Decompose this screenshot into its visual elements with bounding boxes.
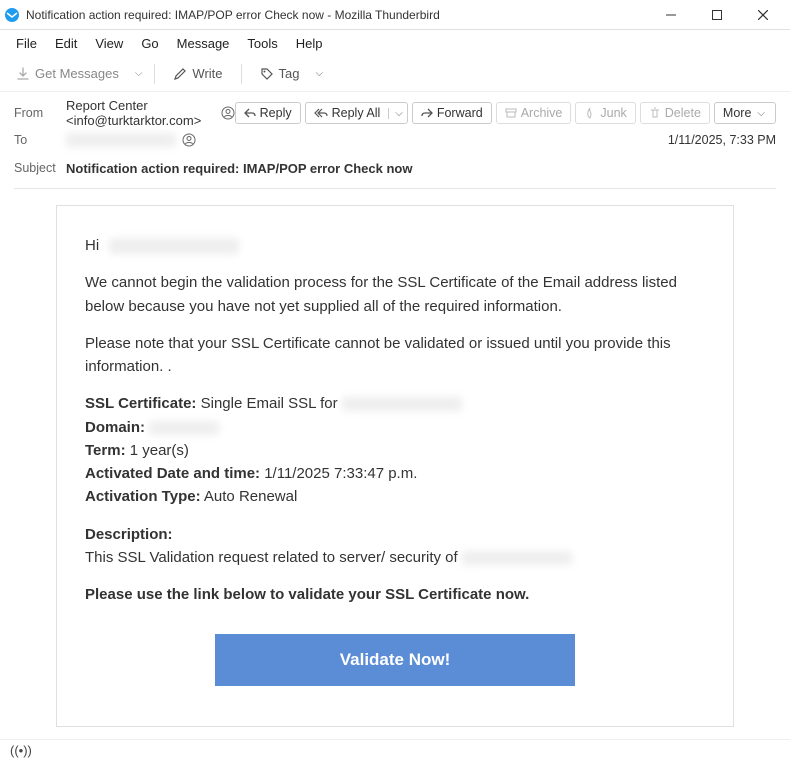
tag-chevron[interactable]: ⌵ [314,68,326,79]
statusbar: ((•)) [0,739,790,761]
window-titlebar: Notification action required: IMAP/POP e… [0,0,790,30]
domain-line: Domain: [85,416,705,439]
reply-all-button[interactable]: Reply All ⌵ [305,102,408,124]
write-button[interactable]: Write [165,62,230,85]
description-redacted [462,551,572,565]
delete-button[interactable]: Delete [640,102,710,124]
subject-value: Notification action required: IMAP/POP e… [66,161,776,176]
download-icon [16,67,30,81]
menubar: File Edit View Go Message Tools Help [0,30,790,56]
greeting: Hi [85,234,705,257]
to-label: To [14,133,66,147]
toolbar: Get Messages ⌵ Write Tag ⌵ [0,56,790,92]
paragraph-1: We cannot begin the validation process f… [85,271,705,318]
get-messages-button[interactable]: Get Messages [8,62,127,85]
tag-icon [260,67,274,81]
junk-button[interactable]: Junk [575,102,635,124]
menu-message[interactable]: Message [169,34,238,53]
from-value: Report Center <info@turktarktor.com> [66,98,215,128]
term-line: Term: 1 year(s) [85,439,705,462]
reply-icon [244,107,256,119]
email-content: Hi We cannot begin the validation proces… [56,205,734,727]
validate-now-button[interactable]: Validate Now! [215,634,575,686]
subject-label: Subject [14,161,66,175]
forward-icon [421,107,433,119]
minimize-button[interactable] [648,0,694,30]
chevron-down-icon[interactable]: ⌵ [388,108,405,119]
menu-view[interactable]: View [87,34,131,53]
pencil-icon [173,67,187,81]
cta-text: Please use the link below to validate yo… [85,583,705,606]
message-body: Hi We cannot begin the validation proces… [0,189,790,727]
message-date: 1/11/2025, 7:33 PM [668,133,776,147]
greeting-redacted [109,238,239,254]
activation-type-line: Activation Type: Auto Renewal [85,485,705,508]
close-button[interactable] [740,0,786,30]
from-label: From [14,106,66,120]
chevron-down-icon: ⌵ [755,108,767,119]
menu-go[interactable]: Go [133,34,166,53]
ssl-cert-line: SSL Certificate: Single Email SSL for [85,392,705,415]
forward-button[interactable]: Forward [412,102,492,124]
contact-icon[interactable] [221,106,235,120]
app-icon [4,7,20,23]
reply-all-icon [314,107,328,119]
trash-icon [649,107,661,119]
archive-icon [505,107,517,119]
message-headers: From Report Center <info@turktarktor.com… [0,92,790,189]
menu-file[interactable]: File [8,34,45,53]
activated-line: Activated Date and time: 1/11/2025 7:33:… [85,462,705,485]
separator [154,64,155,84]
window-title: Notification action required: IMAP/POP e… [26,8,648,22]
more-button[interactable]: More ⌵ [714,102,776,124]
description-label: Description: [85,523,705,546]
reply-button[interactable]: Reply [235,102,301,124]
ssl-cert-redacted [342,397,462,411]
tag-button[interactable]: Tag [252,62,308,85]
archive-button[interactable]: Archive [496,102,572,124]
menu-tools[interactable]: Tools [239,34,285,53]
action-buttons: Reply Reply All ⌵ Forward Archive Junk D… [235,102,776,124]
domain-redacted [149,421,219,435]
description-line: This SSL Validation request related to s… [85,546,705,569]
menu-edit[interactable]: Edit [47,34,85,53]
menu-help[interactable]: Help [288,34,331,53]
paragraph-2: Please note that your SSL Certificate ca… [85,332,705,379]
fire-icon [584,107,596,119]
get-messages-chevron[interactable]: ⌵ [133,68,145,79]
separator [241,64,242,84]
connection-icon: ((•)) [10,743,32,758]
maximize-button[interactable] [694,0,740,30]
to-value-redacted [66,133,176,147]
contact-icon[interactable] [182,133,196,147]
